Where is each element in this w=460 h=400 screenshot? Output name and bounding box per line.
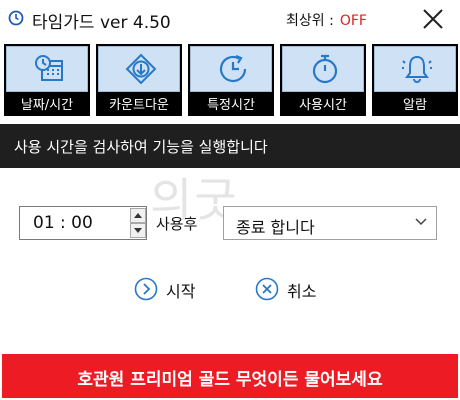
- calendar-clock-icon: [35, 55, 63, 81]
- tab-usage-time-label: 사용시간: [299, 98, 347, 113]
- tab-specific-time-label: 특정시간: [207, 98, 255, 113]
- description-text: 사용 시간을 검사하여 기능을 실행합니다: [14, 138, 268, 156]
- cancel-button-label: 취소: [287, 282, 317, 301]
- tab-countdown[interactable]: 카운트다운: [96, 44, 182, 116]
- start-button-label: 시작: [166, 282, 196, 301]
- time-input[interactable]: [21, 208, 127, 238]
- tab-specific-time[interactable]: 특정시간: [188, 44, 274, 116]
- tab-usage-time-tile: [282, 46, 364, 92]
- spin-up-button[interactable]: [130, 208, 146, 223]
- action-dropdown[interactable]: 종료 합니다: [223, 206, 437, 240]
- tab-alarm[interactable]: 알람: [372, 44, 458, 116]
- title-bar: 타임가드 ver 4.50 최상위 : OFF: [0, 0, 460, 38]
- close-circle-icon: [255, 277, 279, 301]
- topmost-toggle[interactable]: 최상위 : OFF: [286, 10, 367, 30]
- download-arrow-icon: [125, 53, 157, 85]
- chevron-right-circle-icon: [134, 277, 158, 301]
- ad-banner-text: 호관원 프리미엄 골드 무엇이든 물어보세요: [77, 370, 383, 390]
- stopwatch-icon: [312, 54, 338, 84]
- start-button[interactable]: 시작: [134, 276, 214, 302]
- ad-banner[interactable]: 호관원 프리미엄 골드 무엇이든 물어보세요: [2, 354, 458, 398]
- topmost-label: 최상위 :: [286, 13, 334, 29]
- tab-date-time-label: 날짜/시간: [20, 98, 74, 113]
- tab-countdown-label: 카운트다운: [109, 98, 169, 113]
- chevron-down-icon: [415, 218, 427, 226]
- tab-countdown-tile: [98, 46, 180, 92]
- close-icon[interactable]: [418, 4, 448, 34]
- triangle-up-icon: [134, 213, 142, 218]
- tab-date-time-tile: [6, 46, 88, 92]
- tab-usage-time[interactable]: 사용시간: [280, 44, 366, 116]
- clock-refresh-icon: [219, 54, 247, 83]
- description-bar: 사용 시간을 검사하여 기능을 실행합니다: [0, 124, 460, 168]
- action-selected-value: 종료 합니다: [236, 218, 315, 237]
- tab-alarm-tile: [374, 46, 456, 92]
- tab-alarm-label: 알람: [403, 98, 427, 113]
- toolbar: 날짜/시간 카운트다운 특정시간 사용시간 알람: [0, 44, 460, 118]
- cancel-button[interactable]: 취소: [255, 276, 335, 302]
- time-stepper[interactable]: [19, 206, 147, 240]
- after-use-label: 사용후: [156, 215, 198, 233]
- tab-date-time[interactable]: 날짜/시간: [4, 44, 90, 116]
- spin-down-button[interactable]: [130, 223, 146, 238]
- tab-specific-time-tile: [190, 46, 272, 92]
- topmost-state: OFF: [339, 13, 367, 29]
- bell-icon: [402, 55, 432, 83]
- app-clock-icon: [8, 10, 24, 26]
- window-title: 타임가드 ver 4.50: [32, 13, 171, 33]
- triangle-down-icon: [134, 228, 142, 233]
